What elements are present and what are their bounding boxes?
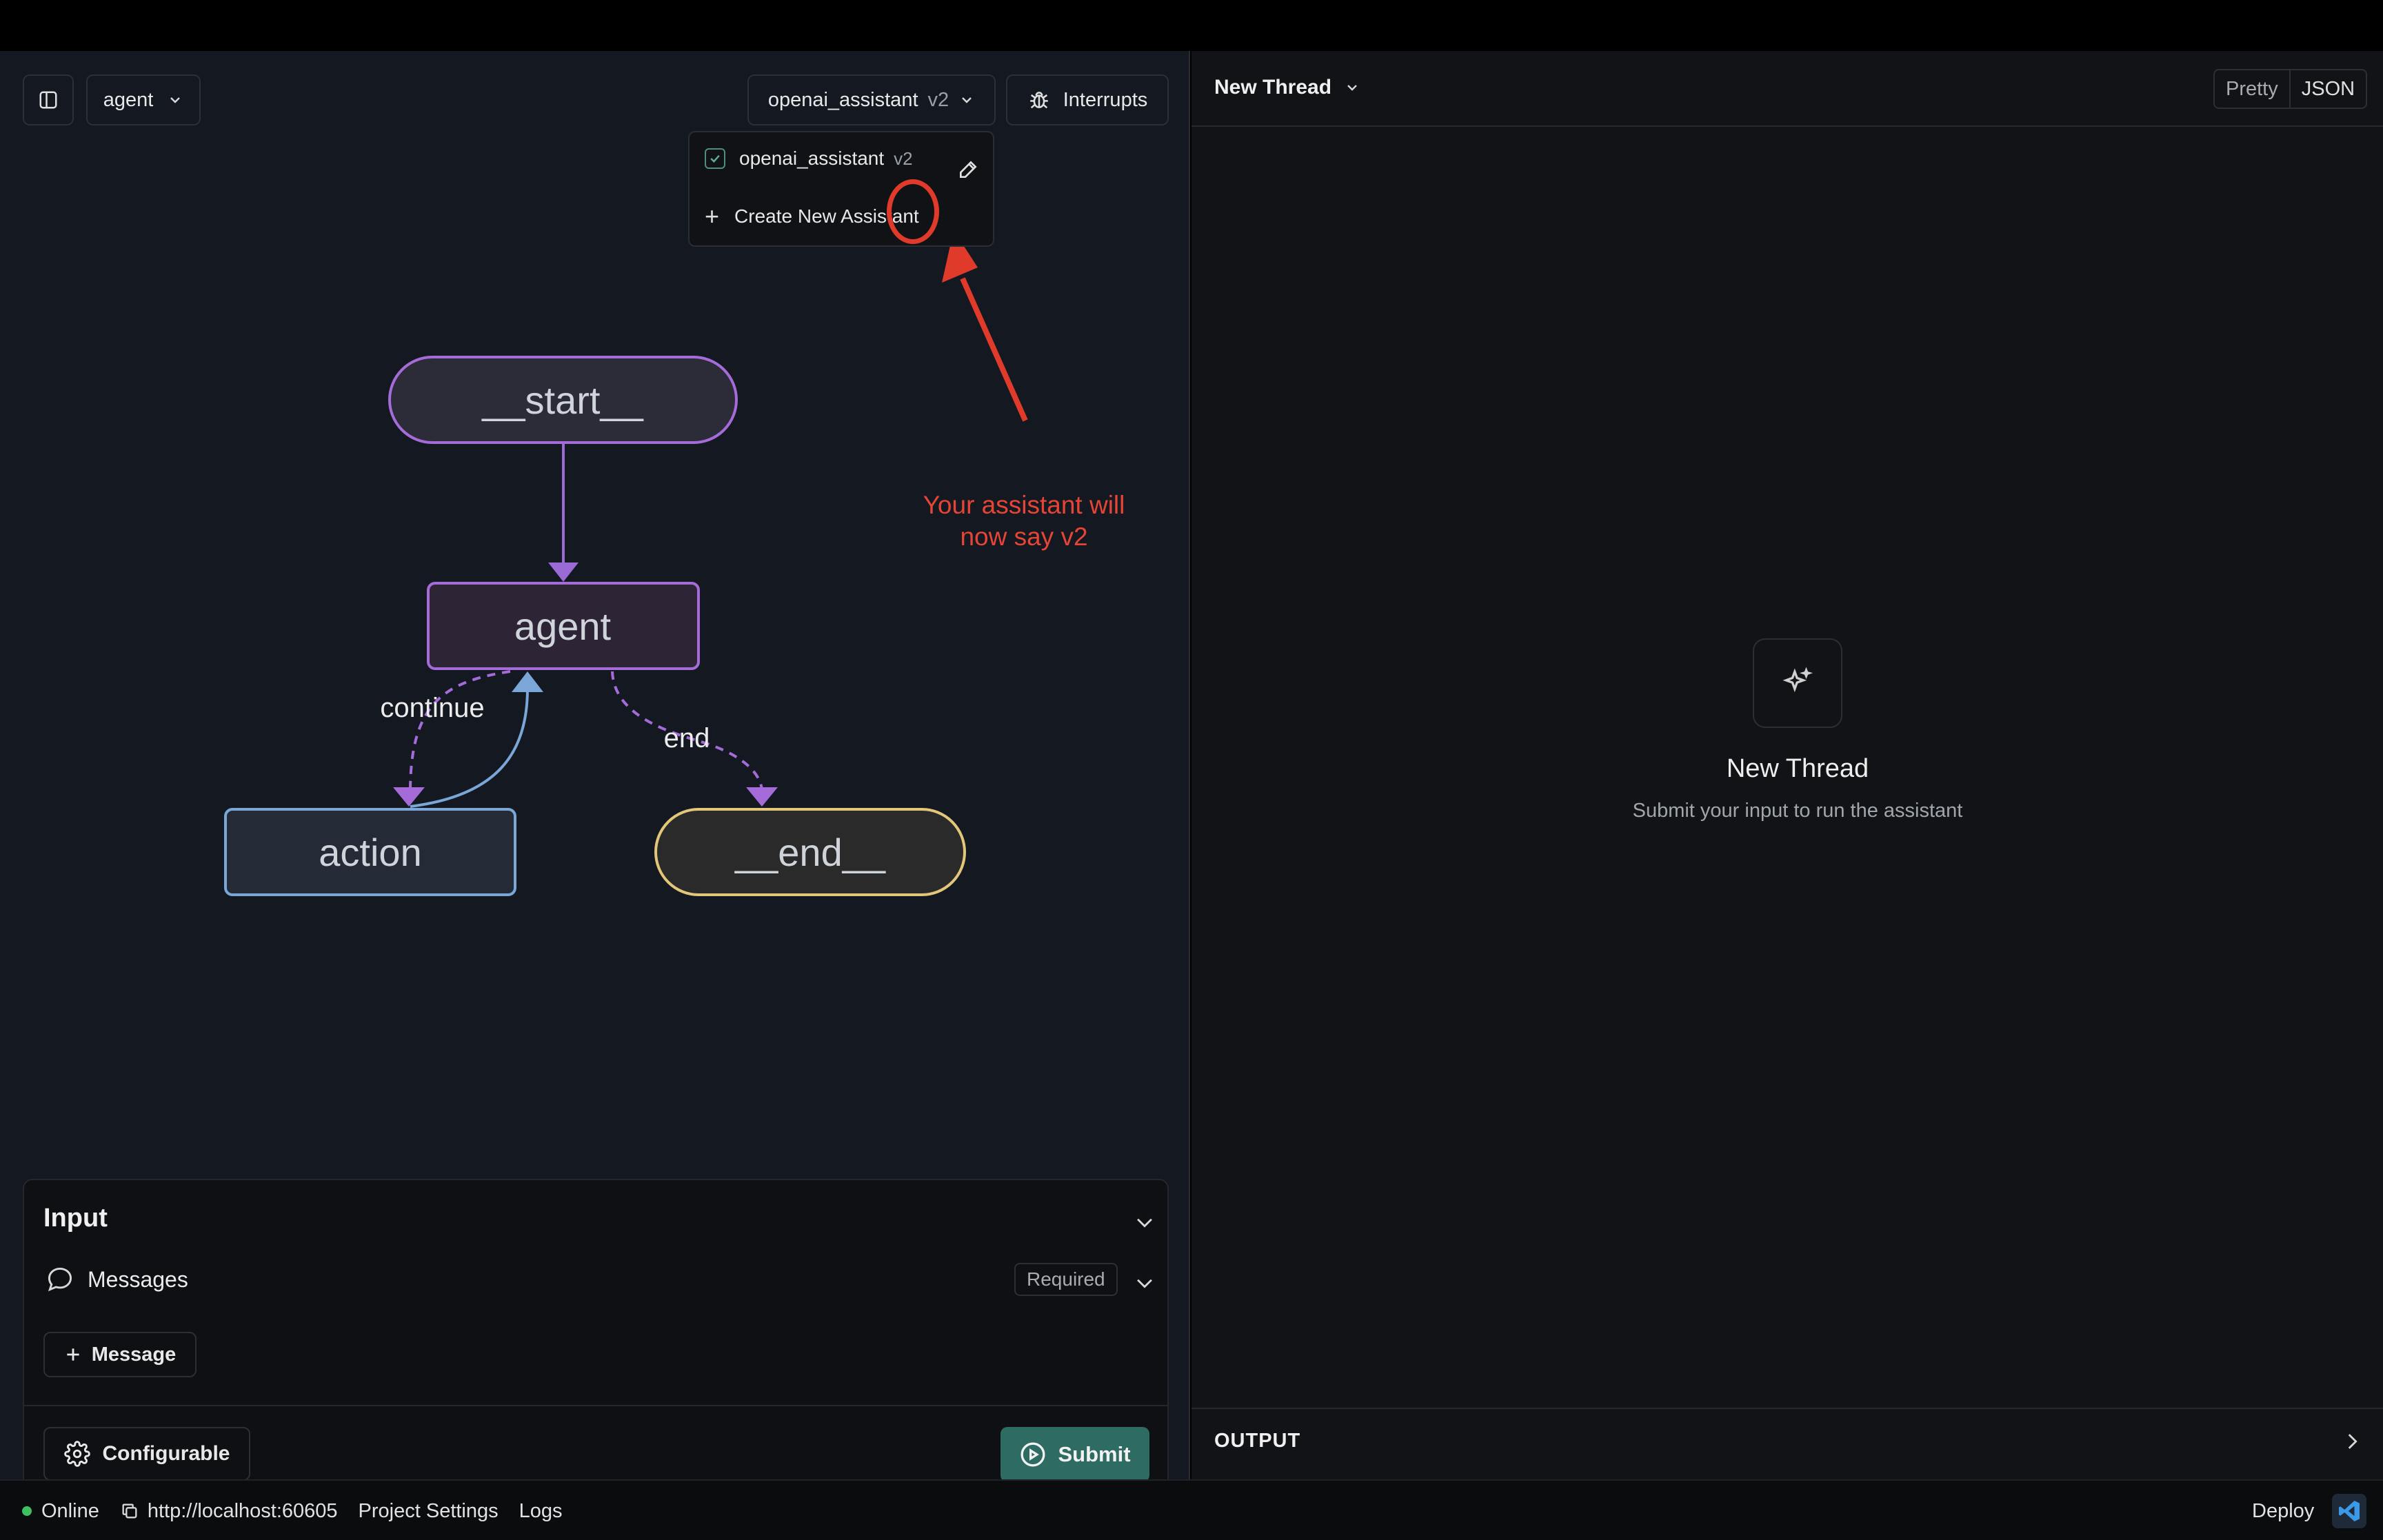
plus-icon: + — [705, 202, 720, 230]
graph-selector-label: agent — [103, 88, 154, 111]
add-message-label: Message — [91, 1343, 177, 1366]
assistant-selector-name: openai_assistant — [767, 88, 918, 111]
view-mode-pretty[interactable]: Pretty — [2215, 70, 2289, 108]
window-top-bar — [0, 0, 2383, 51]
thread-title: New Thread — [1214, 76, 1332, 99]
annotation-arrow — [942, 230, 1028, 422]
vscode-icon[interactable] — [2332, 1494, 2367, 1528]
node-agent-label: agent — [514, 605, 612, 648]
plus-icon — [67, 1348, 79, 1361]
thread-pane: New Thread Pretty JSON New Thread Submit… — [1192, 51, 2383, 1479]
annotation-line-2: now say v2 — [960, 523, 1088, 551]
configurable-button[interactable]: Configurable — [43, 1427, 250, 1481]
gear-icon — [63, 1441, 90, 1467]
logs-link[interactable]: Logs — [519, 1500, 563, 1523]
dropdown-item-assistant[interactable]: openai_assistant v2 — [705, 148, 913, 170]
project-settings-link[interactable]: Project Settings — [359, 1500, 499, 1523]
server-url[interactable]: http://localhost:60605 — [120, 1500, 338, 1523]
play-circle-icon — [1020, 1442, 1045, 1467]
status-bar-left: Online http://localhost:60605 Project Se… — [22, 1481, 563, 1540]
input-title: Input — [43, 1204, 108, 1233]
chevron-down-icon[interactable] — [1133, 1271, 1156, 1298]
assistant-selector[interactable]: openai_assistant v2 — [747, 74, 996, 125]
annotation-circle — [887, 179, 939, 244]
node-start-label: __start__ — [481, 378, 643, 422]
edge-start-agent — [548, 443, 579, 582]
chevron-down-icon[interactable] — [1133, 1210, 1156, 1237]
configurable-label: Configurable — [102, 1442, 230, 1465]
submit-label: Submit — [1058, 1442, 1131, 1466]
chevron-right-icon[interactable] — [2340, 1430, 2364, 1457]
thread-selector[interactable]: New Thread — [1214, 76, 1360, 99]
edge-agent-action — [393, 670, 511, 807]
node-action-label: action — [319, 831, 421, 874]
input-panel: Input Messages Required Message Configur… — [23, 1179, 1169, 1500]
online-status: Online — [22, 1500, 99, 1523]
output-divider — [1192, 1408, 2383, 1409]
node-action[interactable]: action — [224, 808, 516, 896]
copy-icon — [122, 1503, 137, 1519]
chevron-down-icon — [170, 97, 181, 103]
edge-label-continue: continue — [380, 693, 484, 723]
empty-state-subtitle: Submit your input to run the assistant — [1632, 800, 1963, 822]
assistant-dropdown-menu: openai_assistant v2 + Create New Assista… — [688, 131, 994, 247]
sidebar-panel-icon — [39, 91, 57, 109]
message-bubble-icon — [45, 1264, 75, 1298]
sparkles-icon — [1753, 638, 1842, 728]
thread-header-divider — [1192, 125, 2383, 127]
status-bar-right: Deploy — [2252, 1481, 2367, 1540]
chevron-down-icon — [962, 97, 972, 103]
graph-pane: __start__ agent action __end__ continue … — [0, 51, 1190, 1500]
assistant-selector-version: v2 — [927, 88, 949, 111]
annotation-line-1: Your assistant will — [923, 491, 1125, 519]
deploy-link[interactable]: Deploy — [2252, 1500, 2314, 1523]
bug-icon — [1030, 92, 1048, 109]
interrupts-label: Interrupts — [1063, 88, 1148, 111]
edge-label-end: end — [664, 723, 710, 753]
graph-canvas: __start__ agent action __end__ continue … — [224, 230, 1028, 896]
submit-button[interactable]: Submit — [1001, 1427, 1149, 1482]
online-label: Online — [41, 1499, 99, 1522]
view-mode-toggle: Pretty JSON — [2213, 69, 2368, 109]
pencil-icon[interactable] — [957, 159, 979, 184]
chevron-down-icon — [1347, 85, 1357, 91]
checkbox-checked-icon[interactable] — [705, 148, 725, 169]
dropdown-assistant-name: openai_assistant — [739, 148, 885, 169]
input-divider — [24, 1405, 1167, 1406]
node-end-label: __end__ — [734, 831, 886, 874]
node-end[interactable]: __end__ — [654, 808, 966, 896]
online-dot-icon — [22, 1506, 32, 1516]
view-mode-json[interactable]: JSON — [2289, 70, 2366, 108]
empty-state-title: New Thread — [1726, 754, 1869, 783]
status-bar: Online http://localhost:60605 Project Se… — [0, 1479, 2383, 1540]
output-label[interactable]: OUTPUT — [1214, 1430, 1300, 1452]
edge-action-agent — [410, 671, 543, 808]
messages-label: Messages — [88, 1267, 188, 1292]
required-badge: Required — [1014, 1263, 1118, 1296]
dropdown-assistant-version: v2 — [894, 148, 913, 169]
server-url-text: http://localhost:60605 — [147, 1499, 338, 1522]
graph-selector[interactable]: agent — [86, 74, 201, 125]
node-agent[interactable]: agent — [427, 582, 700, 670]
sidebar-toggle-button[interactable] — [23, 74, 74, 125]
node-start[interactable]: __start__ — [388, 356, 738, 444]
add-message-button[interactable]: Message — [43, 1332, 197, 1377]
interrupts-button[interactable]: Interrupts — [1006, 74, 1169, 125]
annotation-text: Your assistant will now say v2 — [896, 489, 1152, 553]
